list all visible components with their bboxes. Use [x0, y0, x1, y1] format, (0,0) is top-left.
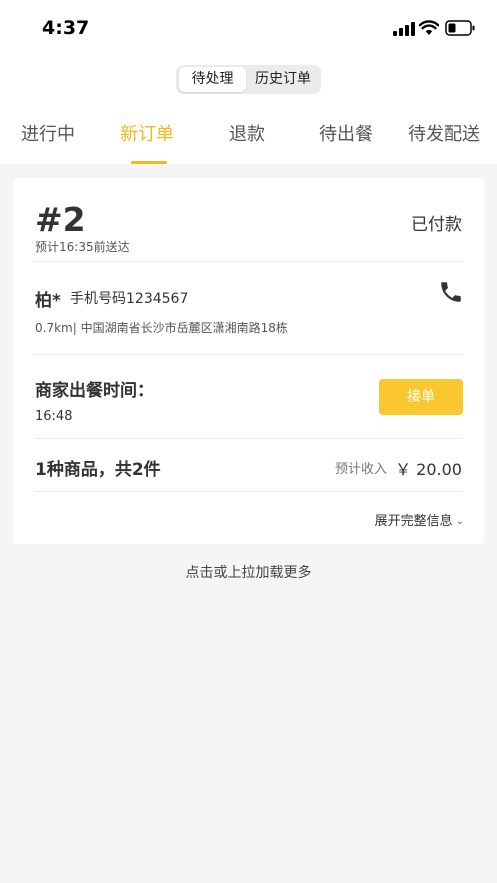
prep-time-label: 商家出餐时间： — [35, 381, 154, 401]
payment-status: 已付款 — [411, 215, 462, 235]
tab-refund[interactable]: 退款 — [229, 120, 265, 146]
tab-awaiting-meal[interactable]: 待出餐 — [319, 120, 373, 146]
order-card: #2 预计16:35前送达 已付款 柏* 手机号码1234567 0.7km| … — [13, 178, 484, 544]
wifi-icon — [419, 20, 439, 35]
expand-details-label: 展开完整信息 — [374, 514, 453, 529]
tab-new-orders[interactable]: 新订单 — [120, 120, 174, 146]
delivery-eta: 预计16:35前送达 — [35, 240, 130, 254]
battery-icon — [445, 20, 475, 36]
tab-awaiting-delivery[interactable]: 待发配送 — [408, 120, 480, 146]
divider — [35, 261, 463, 262]
segment-history[interactable]: 历史订单 — [248, 67, 318, 92]
accept-order-button[interactable]: 接单 — [379, 379, 463, 415]
active-tab-indicator — [131, 161, 167, 164]
divider — [35, 354, 463, 355]
customer-name: 柏* — [35, 291, 61, 311]
income-value: ￥ 20.00 — [395, 460, 462, 479]
order-number: #2 — [35, 200, 86, 239]
expand-details-button[interactable]: 展开完整信息 ⌄ — [375, 510, 464, 529]
tab-in-progress[interactable]: 进行中 — [21, 120, 75, 146]
header-area: 4:37 待处理 历史订单 进行中 新订单 退款 待出餐 待发配送 — [0, 0, 497, 164]
customer-phone: 手机号码1234567 — [70, 291, 189, 307]
divider — [35, 438, 463, 439]
status-time: 4:37 — [42, 17, 90, 39]
chevron-down-icon: ⌄ — [455, 516, 464, 527]
load-more-link[interactable]: 点击或上拉加载更多 — [0, 562, 497, 582]
delivery-address: 0.7km| 中国湖南省长沙市岳麓区潇湘南路18栋 — [35, 321, 288, 335]
phone-icon[interactable] — [438, 279, 464, 305]
segment-pending[interactable]: 待处理 — [179, 67, 246, 92]
status-bar: 4:37 — [0, 0, 497, 60]
goods-summary: 1种商品，共2件 — [35, 460, 161, 480]
signal-icon — [393, 22, 415, 36]
income-label: 预计收入 — [335, 462, 388, 477]
divider — [35, 491, 463, 492]
prep-time-value: 16:48 — [35, 409, 73, 424]
order-segment-control: 待处理 历史订单 — [176, 65, 321, 94]
